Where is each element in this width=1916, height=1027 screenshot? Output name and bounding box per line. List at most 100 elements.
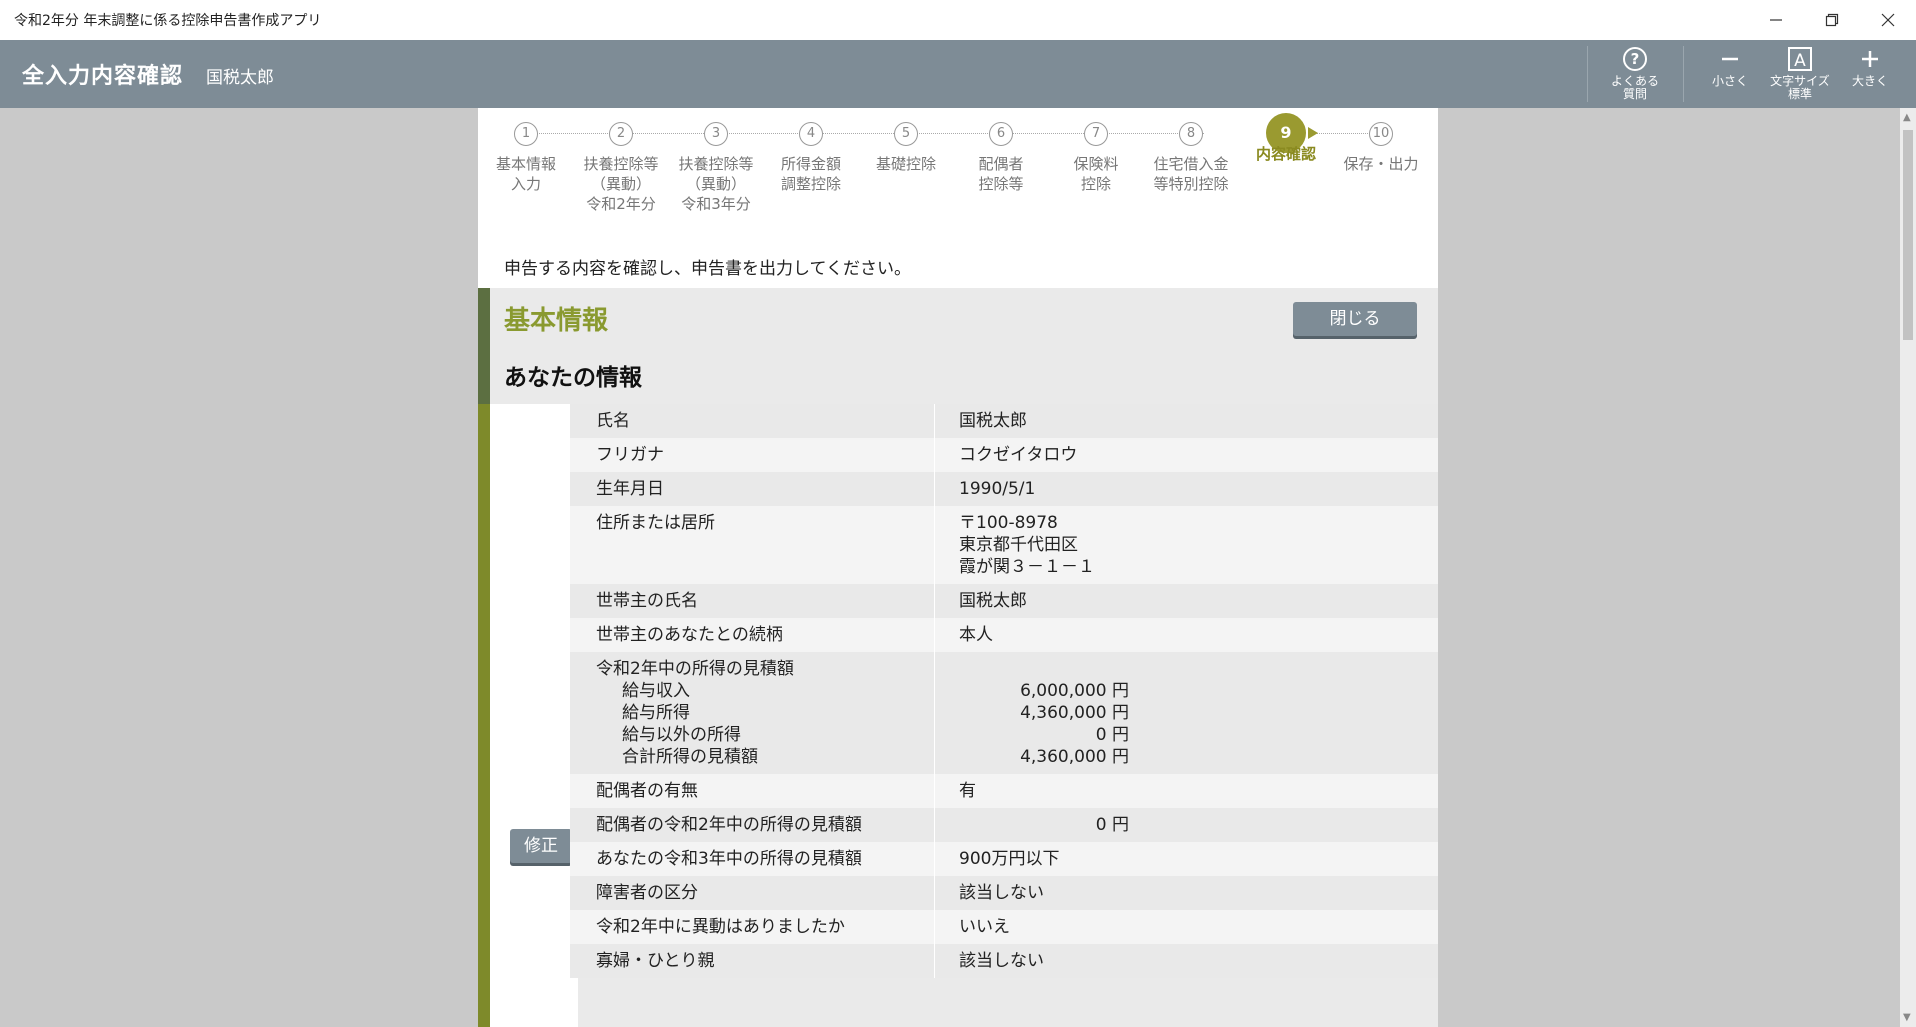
step-10[interactable]: 10 保存・出力	[1333, 122, 1429, 174]
step-number: 4	[799, 122, 823, 146]
text-size-icon: A	[1788, 47, 1812, 71]
row-value: いいえ	[959, 917, 1010, 937]
larger-text-button[interactable]: 大きく	[1835, 46, 1905, 88]
row-value: 該当しない	[959, 883, 1044, 903]
row-label: 寡婦・ひとり親	[570, 944, 935, 978]
app-header: 全入力内容確認 国税太郎 ? よくある 質問 小さく A 文字サイズ 標準 大き…	[0, 40, 1916, 108]
smaller-text-button[interactable]: 小さく	[1695, 46, 1765, 88]
row-sublabel: 給与以外の所得	[622, 725, 741, 745]
table-row: 障害者の区分 該当しない	[570, 876, 1438, 910]
restore-button[interactable]	[1804, 0, 1860, 40]
close-section-button[interactable]: 閉じる	[1293, 302, 1417, 336]
step-7[interactable]: 7 保険料 控除	[1048, 122, 1144, 194]
row-label: 世帯主のあなたとの続柄	[570, 618, 935, 652]
step-8[interactable]: 8 住宅借入金 等特別控除	[1143, 122, 1239, 194]
income-labels: 令和2年中の所得の見積額 給与収入 給与所得 給与以外の所得 合計所得の見積額	[570, 652, 935, 774]
amount-value: 0 円	[1095, 815, 1129, 835]
row-value-container: 0 円	[935, 808, 1438, 842]
step-number: 10	[1369, 122, 1393, 146]
section-title: 基本情報	[504, 306, 609, 336]
main-content: 1 基本情報 入力 2 扶養控除等 （異動） 令和2年分 3 扶養控除等 （異動…	[478, 108, 1438, 1027]
svg-text:A: A	[1794, 51, 1806, 71]
step-label: 基礎控除	[875, 155, 936, 173]
step-label: 内容確認	[1255, 145, 1316, 163]
font-size-label: 文字サイズ 標準	[1770, 74, 1830, 101]
address-line: 霞が関３－１－１	[959, 557, 1095, 577]
font-size-indicator: A 文字サイズ 標準	[1765, 46, 1835, 101]
row-value: 900万円以下	[959, 849, 1060, 869]
step-2[interactable]: 2 扶養控除等 （異動） 令和2年分	[573, 122, 669, 214]
table-row: 寡婦・ひとり親 該当しない	[570, 944, 1438, 978]
edit-column: 修正	[490, 404, 578, 1027]
row-label: 令和2年中に異動はありましたか	[570, 910, 935, 944]
table-row: 世帯主の氏名 国税太郎	[570, 584, 1438, 618]
minimize-button[interactable]	[1748, 0, 1804, 40]
row-value: 1990/5/1	[959, 479, 1036, 499]
row-label: 世帯主の氏名	[570, 584, 935, 618]
step-1[interactable]: 1 基本情報 入力	[478, 122, 574, 194]
basic-info-section: 基本情報 閉じる あなたの情報 修正 氏名 国税太郎 フリガナ コクゼイタロウ …	[478, 288, 1438, 1027]
row-label: 障害者の区分	[570, 876, 935, 910]
user-name: 国税太郎	[206, 68, 274, 88]
row-label: 氏名	[570, 404, 935, 438]
step-3[interactable]: 3 扶養控除等 （異動） 令和3年分	[668, 122, 764, 214]
row-label: 令和2年中の所得の見積額	[596, 659, 794, 679]
row-value: 本人	[959, 625, 993, 645]
step-number: 7	[1084, 122, 1108, 146]
divider	[1683, 46, 1684, 102]
svg-text:?: ?	[1631, 50, 1640, 68]
section-accent-bar	[478, 404, 490, 1027]
close-window-button[interactable]	[1860, 0, 1916, 40]
vertical-scrollbar[interactable]: ▲ ▼	[1900, 108, 1916, 1027]
address-line: 東京都千代田区	[959, 535, 1078, 555]
scroll-down-icon[interactable]: ▼	[1903, 1012, 1911, 1023]
table-row: 世帯主のあなたとの続柄 本人	[570, 618, 1438, 652]
step-6[interactable]: 6 配偶者 控除等	[953, 122, 1049, 194]
step-number: 2	[609, 122, 633, 146]
row-value: 国税太郎	[959, 411, 1027, 431]
table-row: 氏名 国税太郎	[570, 404, 1438, 438]
row-value: 有	[959, 781, 976, 801]
plus-icon	[1862, 51, 1878, 67]
minus-icon	[1722, 57, 1738, 61]
step-number: 8	[1179, 122, 1203, 146]
table-row: 住所または居所 〒100-8978 東京都千代田区 霞が関３－１－１	[570, 506, 1438, 584]
larger-label: 大きく	[1851, 74, 1888, 88]
step-5[interactable]: 5 基礎控除	[858, 122, 954, 174]
amount-value: 6,000,000 円	[1020, 681, 1129, 701]
restore-icon	[1825, 13, 1839, 27]
table-row: 配偶者の令和2年中の所得の見積額 0 円	[570, 808, 1438, 842]
step-4[interactable]: 4 所得金額 調整控除	[763, 122, 859, 194]
row-sublabel: 給与収入	[622, 681, 690, 701]
row-value: コクゼイタロウ	[959, 445, 1078, 465]
table-row: あなたの令和3年中の所得の見積額 900万円以下	[570, 842, 1438, 876]
table-row: フリガナ コクゼイタロウ	[570, 438, 1438, 472]
step-label: 扶養控除等 （異動） 令和3年分	[678, 155, 754, 213]
edit-button[interactable]: 修正	[510, 829, 572, 863]
row-label: あなたの令和3年中の所得の見積額	[570, 842, 935, 876]
step-progress: 1 基本情報 入力 2 扶養控除等 （異動） 令和2年分 3 扶養控除等 （異動…	[478, 108, 1438, 228]
table-row: 配偶者の有無 有	[570, 774, 1438, 808]
step-number: 5	[894, 122, 918, 146]
step-label: 保険料 控除	[1073, 155, 1119, 193]
amount-value: 0 円	[1095, 725, 1129, 745]
step-number: 1	[514, 122, 538, 146]
step-label: 扶養控除等 （異動） 令和2年分	[583, 155, 659, 213]
window-title-bar: 令和2年分 年末調整に係る控除申告書作成アプリ	[0, 0, 1916, 40]
step-9-current: 9 内容確認	[1238, 113, 1334, 164]
minimize-icon	[1770, 19, 1782, 21]
address-value: 〒100-8978 東京都千代田区 霞が関３－１－１	[935, 506, 1438, 584]
step-label: 基本情報 入力	[495, 155, 556, 193]
step-label: 保存・出力	[1343, 155, 1419, 173]
window-title: 令和2年分 年末調整に係る控除申告書作成アプリ	[14, 13, 322, 29]
faq-button[interactable]: ? よくある 質問	[1600, 46, 1670, 101]
row-sublabel: 給与所得	[622, 703, 690, 723]
instruction-text: 申告する内容を確認し、申告書を出力してください。	[504, 259, 911, 279]
step-number: 6	[989, 122, 1013, 146]
amount-value: 4,360,000 円	[1020, 703, 1129, 723]
scroll-up-icon[interactable]: ▲	[1903, 112, 1911, 123]
row-label: 生年月日	[570, 472, 935, 506]
page-title: 全入力内容確認	[22, 64, 184, 89]
step-label: 所得金額 調整控除	[780, 155, 841, 193]
scrollbar-thumb[interactable]	[1903, 130, 1913, 340]
